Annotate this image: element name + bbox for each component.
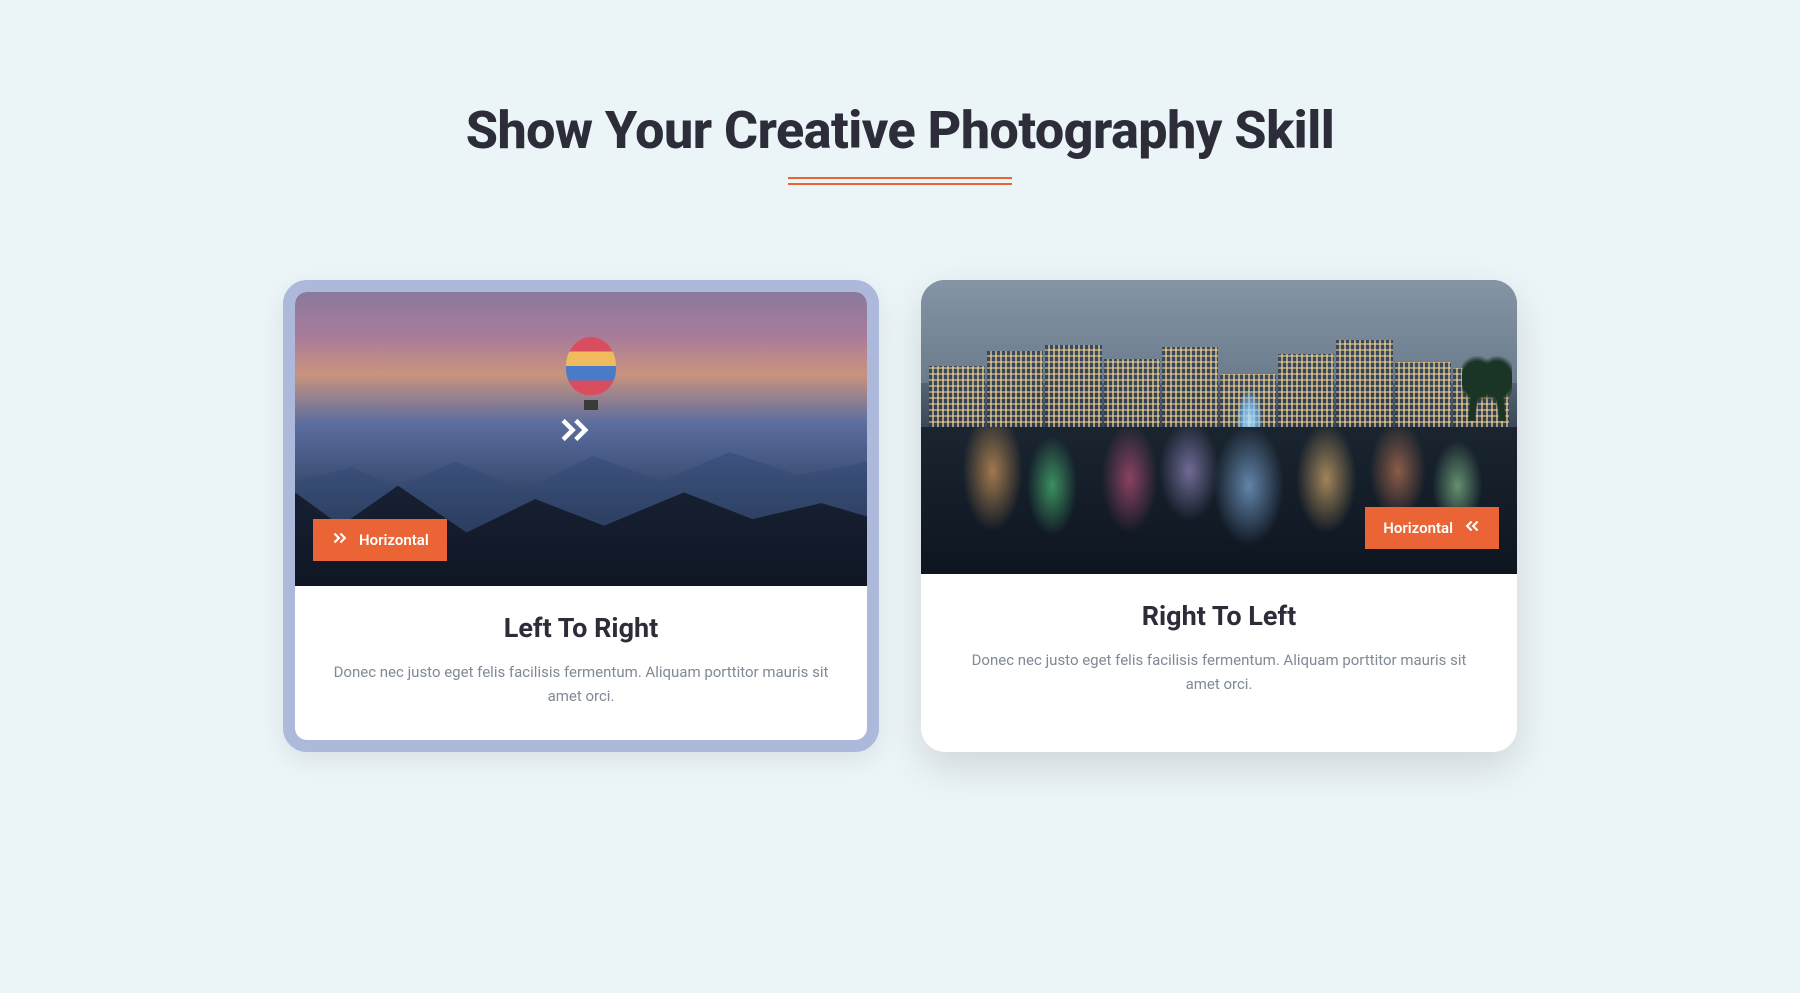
card-description: Donec nec justo eget felis facilisis fer… <box>327 660 835 708</box>
double-chevron-right-icon <box>556 411 594 449</box>
water-reflection <box>921 427 1517 574</box>
card-right-to-left[interactable]: Horizontal Right To Left Donec nec justo… <box>921 280 1517 752</box>
chevrons-left-icon <box>1463 517 1481 539</box>
page-title: Show Your Creative Photography Skill <box>220 100 1580 161</box>
card-image-city: Horizontal <box>921 280 1517 574</box>
title-underline <box>788 183 1012 185</box>
card-content: Left To Right Donec nec justo eget felis… <box>295 586 867 740</box>
horizontal-badge-right[interactable]: Horizontal <box>1365 507 1499 549</box>
card-title: Left To Right <box>327 612 835 644</box>
badge-label: Horizontal <box>359 531 429 549</box>
card-left-to-right[interactable]: Horizontal Left To Right Donec nec justo… <box>283 280 879 752</box>
balloon-icon <box>566 337 616 410</box>
card-content: Right To Left Donec nec justo eget felis… <box>921 574 1517 728</box>
badge-label: Horizontal <box>1383 519 1453 537</box>
horizontal-badge-left[interactable]: Horizontal <box>313 519 447 561</box>
card-description: Donec nec justo eget felis facilisis fer… <box>953 648 1485 696</box>
card-title: Right To Left <box>953 600 1485 632</box>
chevrons-right-icon <box>331 529 349 551</box>
main-container: Show Your Creative Photography Skill <box>220 0 1580 752</box>
header-section: Show Your Creative Photography Skill <box>220 100 1580 185</box>
cards-row: Horizontal Left To Right Donec nec justo… <box>220 280 1580 752</box>
card-image-sunset: Horizontal <box>295 292 867 586</box>
